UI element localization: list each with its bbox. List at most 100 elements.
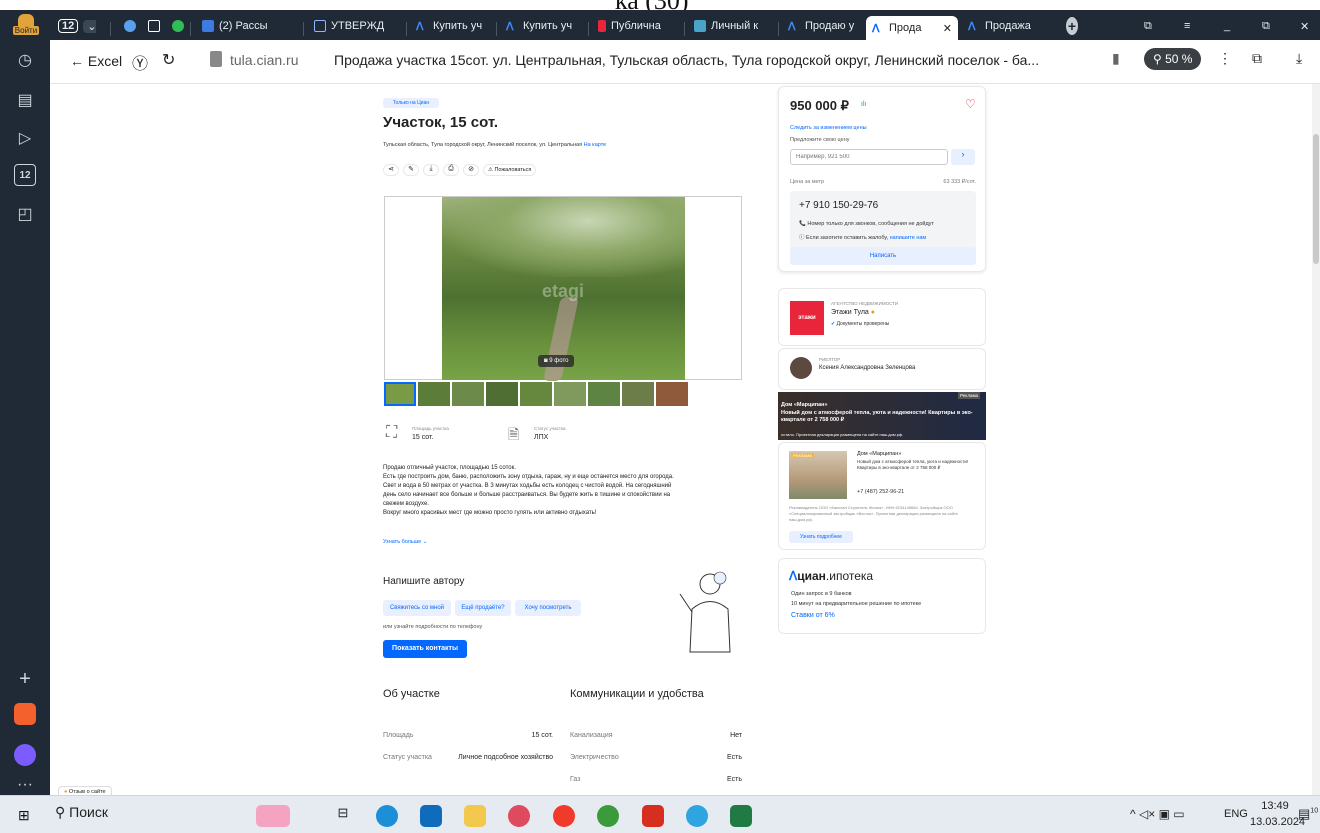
telegram-icon[interactable] [686, 805, 708, 827]
complain-button[interactable]: ⚠ Пожаловаться [483, 164, 537, 176]
map-link[interactable]: На карте [584, 142, 607, 148]
tab-cian-3[interactable]: ᐱ Продаю у [782, 14, 866, 38]
tab-cian-1[interactable]: ᐱ Купить уч [410, 14, 495, 38]
close-window-button[interactable]: ✕ [1294, 14, 1316, 38]
url-title[interactable]: Продажа участка 15сот. ул. Центральная, … [334, 52, 1104, 68]
thumbnail[interactable] [452, 382, 484, 406]
mortgage-card[interactable]: ᐱциан.ипотека Один запрос в 9 банков 10 … [778, 558, 986, 634]
tab-cian-active[interactable]: ᐱ Прода ✕ [866, 16, 958, 40]
back-button[interactable]: ← Excel [70, 53, 122, 69]
favorite-heart-icon[interactable]: ♡ [965, 97, 976, 111]
ad-card[interactable]: РЕКЛАМА Дом «Марципан» Новый дом с атмос… [778, 442, 986, 550]
follow-price-link[interactable]: Следить за изменением цены [790, 125, 867, 131]
app-green-icon[interactable] [597, 805, 619, 827]
tab-counter-icon[interactable]: 12 [14, 164, 36, 186]
menu-button[interactable]: ≡ [1178, 14, 1200, 38]
mail-app-icon[interactable] [420, 805, 442, 827]
taskbar-search[interactable]: ⚲ Поиск [55, 804, 241, 826]
thumbnail[interactable] [418, 382, 450, 406]
ad-phone[interactable]: +7 (487) 252-96-21 [857, 489, 904, 495]
profile-button[interactable]: Войти [4, 14, 48, 38]
pinned-tab-1[interactable] [118, 14, 136, 38]
write-button[interactable]: Написать [790, 247, 976, 265]
offer-submit-button[interactable]: › [951, 149, 975, 165]
photo-gallery[interactable]: etagi ◙ 9 фото [384, 196, 742, 381]
screenshot-icon[interactable]: ◰ [14, 204, 36, 226]
new-tab-button[interactable]: + [1060, 14, 1084, 38]
explorer-icon[interactable] [464, 805, 486, 827]
yandex-browser-icon[interactable] [508, 805, 530, 827]
clock-date[interactable]: 13.03.2024 [1250, 816, 1305, 828]
alice-icon[interactable] [14, 744, 36, 766]
pdf-icon[interactable] [642, 805, 664, 827]
history-icon[interactable]: ◷ [14, 50, 36, 72]
tray-icons[interactable]: ^ ◁× ▣ ▭ [1130, 807, 1185, 821]
more-link[interactable]: Узнать больше ⌄ [383, 539, 427, 545]
thumbnail[interactable] [656, 382, 688, 406]
yandex-icon[interactable] [553, 805, 575, 827]
tab-cabinet[interactable]: Личный к [688, 14, 776, 38]
price-chart-icon[interactable]: ılı [861, 101, 866, 108]
app-icon[interactable] [14, 703, 36, 725]
tab-cian-4[interactable]: ᐱ Продажа [962, 14, 1046, 38]
tab-document[interactable]: УТВЕРЖД [308, 14, 403, 38]
url-domain[interactable]: tula.cian.ru [230, 52, 298, 68]
hide-icon[interactable]: ⊘ [463, 164, 479, 176]
realtor-card[interactable]: риелтор Ксения Александровна Зеленцова [778, 348, 986, 390]
download-icon[interactable]: ⤓ [423, 164, 439, 176]
feedback-button[interactable]: ● Отзыв о сайте [58, 786, 112, 795]
bookmark-icon[interactable]: ▮ [1112, 50, 1120, 67]
pinned-tab-3[interactable] [166, 14, 184, 38]
thumbnail[interactable] [622, 382, 654, 406]
chip-want-view[interactable]: Хочу посмотреть [515, 600, 581, 616]
phone-number[interactable]: +7 910 150-29-76 [799, 200, 878, 211]
print-icon[interactable]: ⎙ [443, 164, 459, 176]
thumbnail[interactable] [486, 382, 518, 406]
download-icon[interactable]: ⤓ [1296, 50, 1302, 67]
tab-cian-2[interactable]: ᐱ Купить уч [500, 14, 585, 38]
clock-time[interactable]: 13:49 [1256, 800, 1294, 812]
yandex-icon[interactable]: Ⓨ [132, 50, 148, 74]
chip-contact-me[interactable]: Свяжитесь со мной [383, 600, 451, 616]
task-view-icon[interactable]: ⊟ [332, 805, 354, 827]
minimize-button[interactable]: _ [1218, 14, 1240, 38]
photo-count-badge[interactable]: ◙ 9 фото [538, 355, 575, 367]
offer-input[interactable] [790, 149, 948, 165]
share-icon[interactable]: ⋖ [383, 164, 399, 176]
tab-counter-button[interactable]: 12 ⌄ [52, 14, 96, 38]
more-options-icon[interactable]: ⋮ [1218, 50, 1232, 67]
more-icon[interactable]: ··· [14, 774, 36, 796]
thumbnail[interactable] [520, 382, 552, 406]
notification-icon[interactable]: ▤10 [1298, 806, 1318, 822]
windows-start-icon[interactable]: ⊞ [18, 807, 30, 824]
mortgage-rate[interactable]: Ставки от 6% [791, 612, 835, 619]
excel-icon[interactable] [730, 805, 752, 827]
language-indicator[interactable]: ENG [1224, 808, 1248, 820]
chip-still-selling[interactable]: Ещё продаёте? [455, 600, 511, 616]
thumbnail[interactable] [554, 382, 586, 406]
site-info-icon[interactable] [210, 51, 222, 67]
listing-photo[interactable]: etagi ◙ 9 фото [442, 197, 685, 381]
close-tab-icon[interactable]: ✕ [943, 22, 952, 35]
pinned-tab-2[interactable] [142, 14, 160, 38]
tab-mail[interactable]: (2) Рассы [196, 14, 300, 38]
show-contacts-button[interactable]: Показать контакты [383, 640, 467, 658]
extensions-icon[interactable]: ⧉ [1252, 50, 1262, 67]
thumbnail[interactable] [384, 382, 416, 406]
page-scrollbar[interactable] [1312, 84, 1320, 795]
play-icon[interactable]: ▷ [14, 128, 36, 150]
notes-icon[interactable]: ▤ [14, 90, 36, 112]
collections-button[interactable]: ⧉ [1138, 14, 1160, 38]
agency-card[interactable]: этажи агентство недвижимости Этажи Тула … [778, 288, 986, 346]
edit-icon[interactable]: ✎ [403, 164, 419, 176]
zoom-badge[interactable]: ⚲ 50 % [1144, 48, 1202, 70]
ad-more-button[interactable]: Узнать подробнее [789, 531, 853, 543]
comm-row: Канализация Нет [570, 732, 742, 739]
reload-icon[interactable]: ↻ [162, 50, 175, 70]
edge-icon[interactable] [376, 805, 398, 827]
ad-banner[interactable]: Реклама Дом «Марципан» Новый дом с атмос… [778, 392, 986, 440]
thumbnail[interactable] [588, 382, 620, 406]
restore-button[interactable]: ⧉ [1256, 14, 1278, 38]
plus-icon[interactable]: + [14, 668, 36, 690]
tab-public-map[interactable]: Публична [592, 14, 682, 38]
